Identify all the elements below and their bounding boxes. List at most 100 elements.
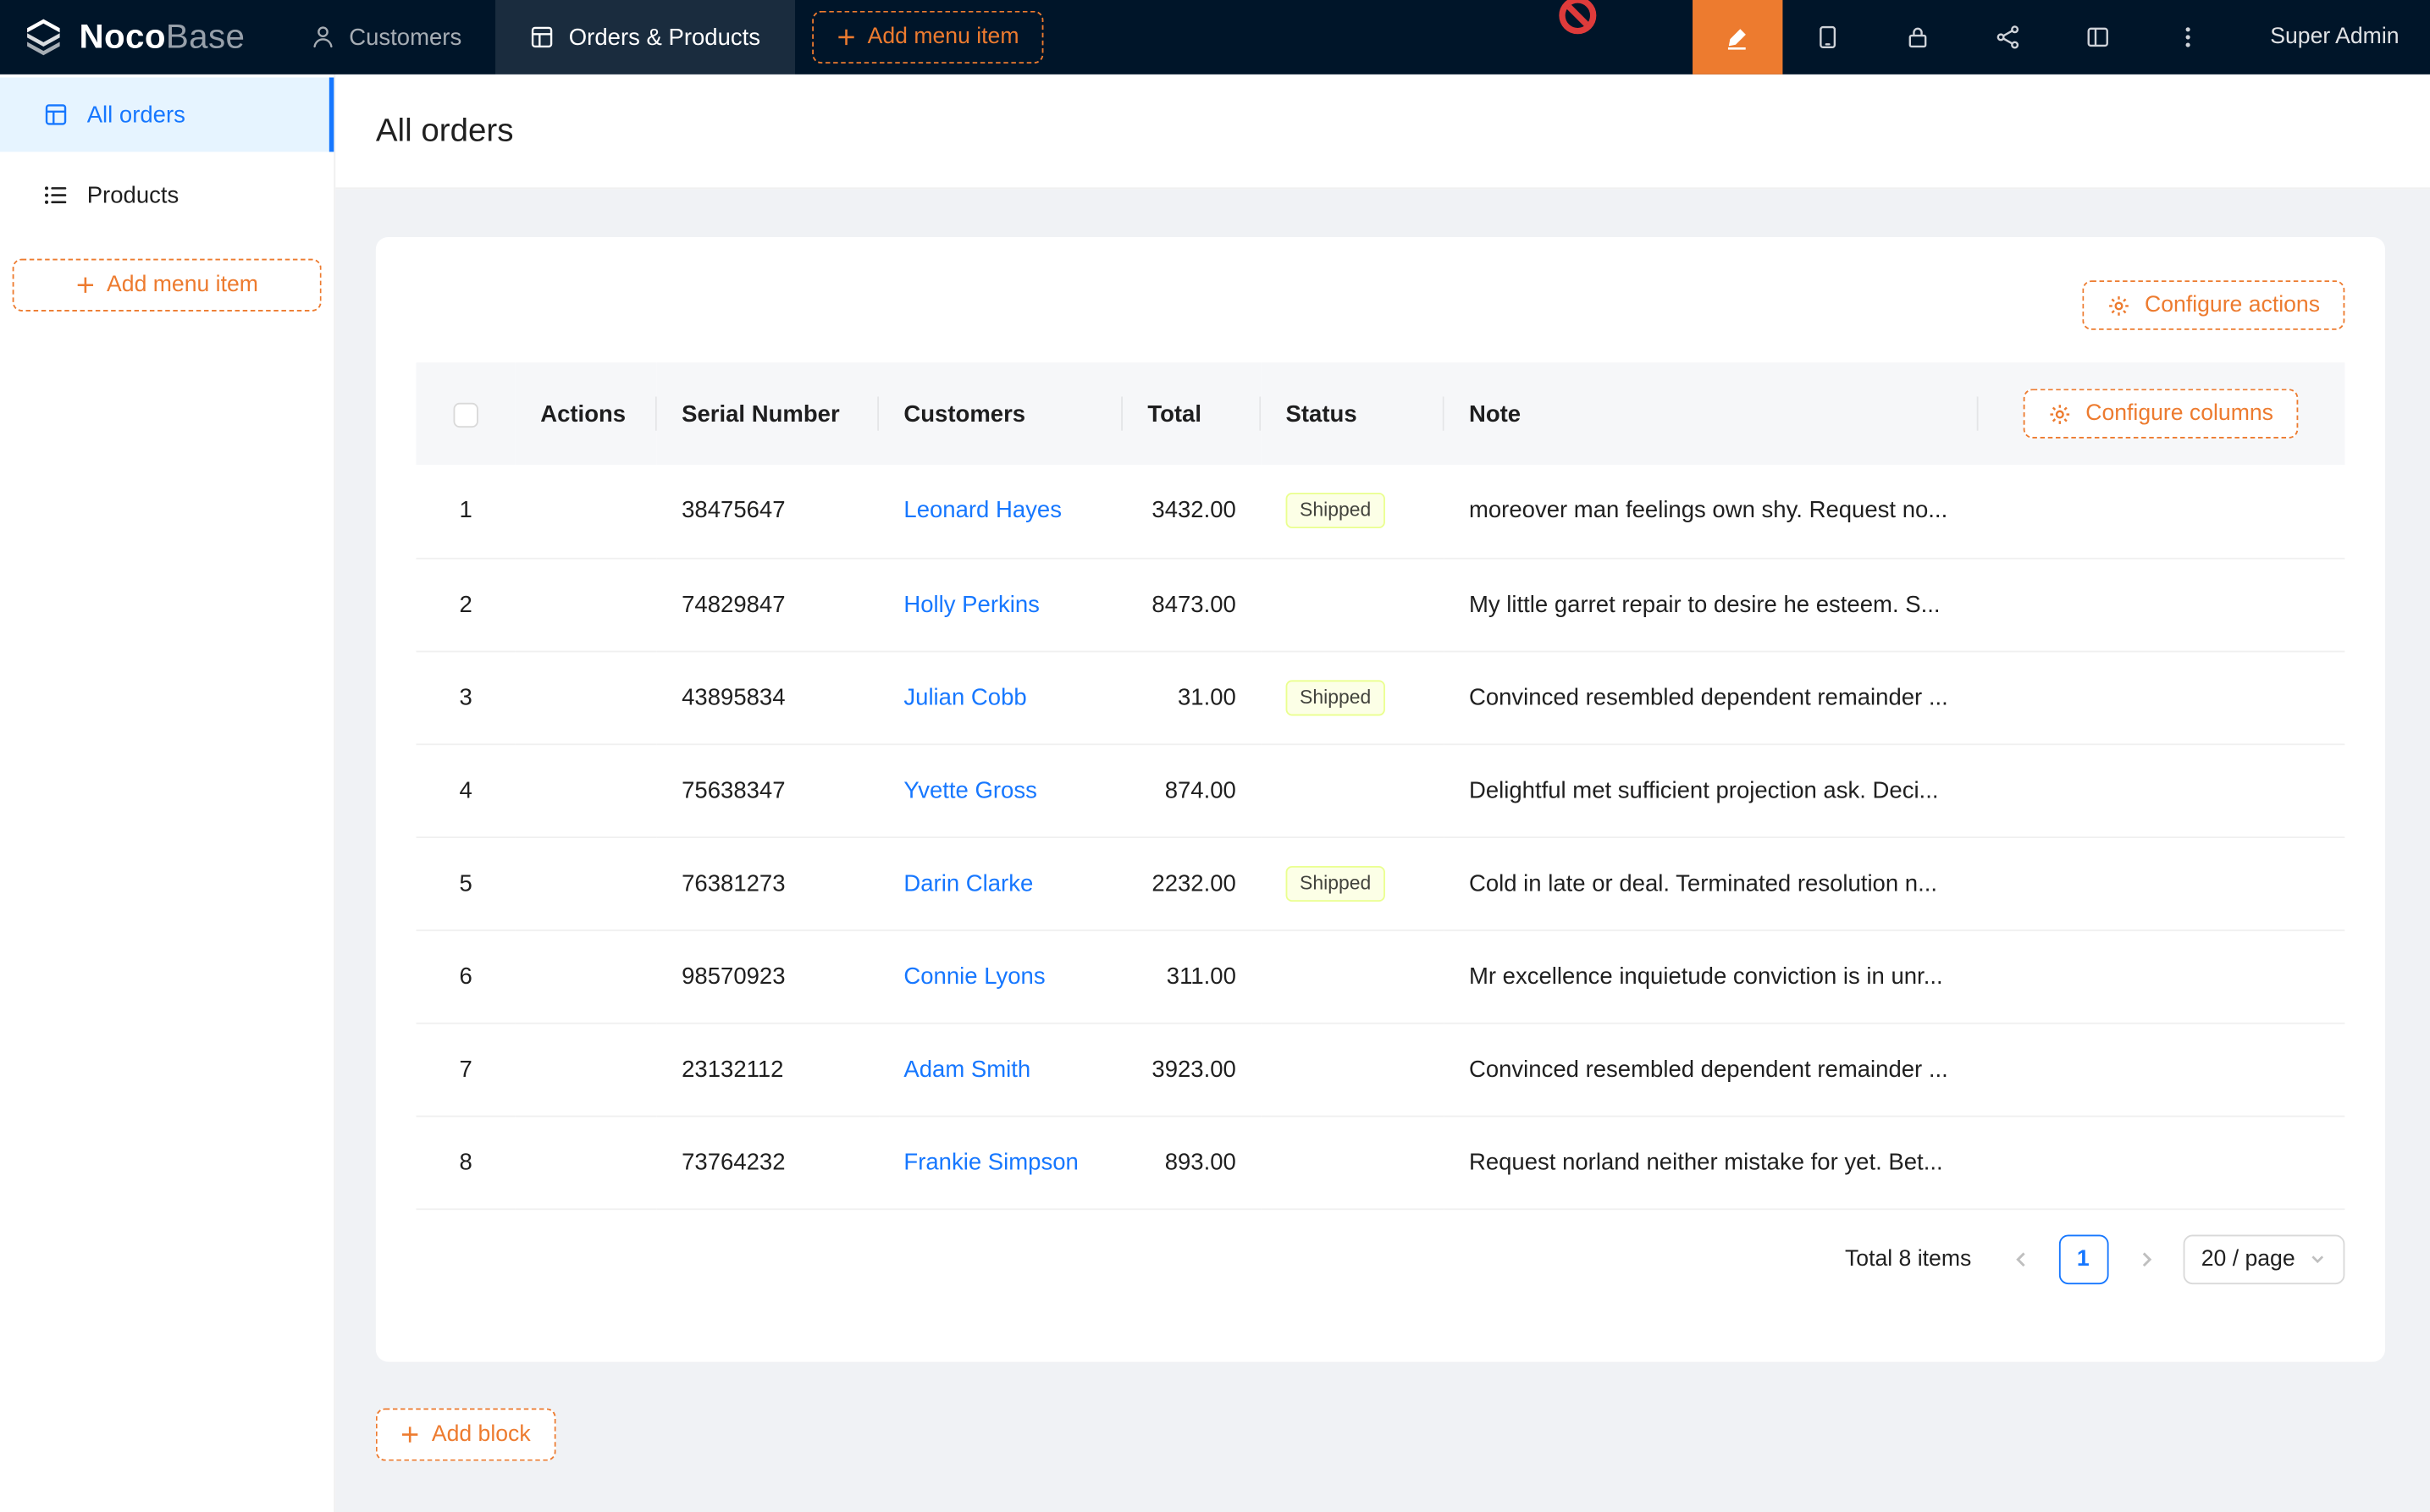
table-row: 5 76381273 Darin Clarke 2232.00 Shipped … [417, 836, 2345, 930]
customer-link[interactable]: Connie Lyons [903, 963, 1045, 989]
status-tag: Shipped [1286, 865, 1385, 901]
note-cell: Request norland neither mistake for yet.… [1444, 1116, 1979, 1209]
highlighter-icon [1725, 24, 1751, 50]
row-index: 5 [417, 836, 516, 930]
total-cell: 3432.00 [1123, 465, 1261, 558]
nocobase-logo[interactable]: NocoBase [0, 0, 276, 74]
row-index: 4 [417, 743, 516, 836]
sidebar-add-menu-item-label: Add menu item [107, 273, 258, 297]
serial-cell: 74829847 [657, 558, 879, 651]
gear-icon [2107, 294, 2131, 317]
logo-text: NocoBase [80, 17, 246, 58]
customer-link[interactable]: Holly Perkins [903, 591, 1040, 617]
customer-link[interactable]: Frankie Simpson [903, 1149, 1078, 1175]
row-actions-cell [516, 651, 657, 744]
note-cell: My little garret repair to desire he est… [1444, 558, 1979, 651]
table-row: 4 75638347 Yvette Gross 874.00 Delightfu… [417, 743, 2345, 836]
orders-table-block: Configure actions Actions Serial Number … [376, 237, 2385, 1361]
table-header-row: Actions Serial Number Customers Total St… [417, 362, 2345, 465]
orders-icon [530, 25, 555, 49]
note-cell: Delightful met sufficient projection ask… [1444, 743, 1979, 836]
top-menu-item-customers[interactable]: Customers [276, 0, 496, 74]
note-cell: moreover man feelings own shy. Request n… [1444, 465, 1979, 558]
add-menu-item-button[interactable]: Add menu item [812, 11, 1044, 63]
chevron-left-icon [2012, 1250, 2030, 1268]
status-tag: Shipped [1286, 493, 1385, 528]
top-navbar: NocoBase Customers Orders & Products Add… [0, 0, 2430, 74]
customer-link[interactable]: Adam Smith [903, 1056, 1030, 1082]
share-button[interactable] [1963, 0, 2052, 74]
row-actions-cell [516, 743, 657, 836]
row-index: 7 [417, 1023, 516, 1116]
row-actions-cell [516, 1116, 657, 1209]
tablet-icon [1815, 25, 1840, 49]
customer-link[interactable]: Julian Cobb [903, 684, 1026, 710]
column-header-select [417, 362, 516, 465]
table-row: 7 23132112 Adam Smith 3923.00 Convinced … [417, 1023, 2345, 1116]
serial-cell: 76381273 [657, 836, 879, 930]
customer-link[interactable]: Leonard Hayes [903, 498, 1062, 524]
table-row: 8 73764232 Frankie Simpson 893.00 Reques… [417, 1116, 2345, 1209]
sidebar-add-menu-item-button[interactable]: Add menu item [13, 259, 322, 312]
config-cell [1979, 465, 2345, 558]
pagination-page-1[interactable]: 1 [2058, 1234, 2108, 1284]
table-row: 2 74829847 Holly Perkins 8473.00 My litt… [417, 558, 2345, 651]
form-icon [43, 102, 68, 127]
serial-cell: 75638347 [657, 743, 879, 836]
config-cell [1979, 743, 2345, 836]
config-cell [1979, 651, 2345, 744]
sidebar-item-products[interactable]: Products [0, 158, 334, 233]
configure-actions-label: Configure actions [2145, 293, 2320, 317]
more-button[interactable] [2143, 0, 2233, 74]
orders-table: Actions Serial Number Customers Total St… [417, 362, 2345, 1209]
lock-button[interactable] [1873, 0, 1963, 74]
add-block-label: Add block [432, 1421, 531, 1446]
serial-cell: 38475647 [657, 465, 879, 558]
serial-cell: 73764232 [657, 1116, 879, 1209]
customer-link[interactable]: Yvette Gross [903, 777, 1036, 803]
sidebar-item-all-orders[interactable]: All orders [0, 78, 334, 152]
total-cell: 874.00 [1123, 743, 1261, 836]
share-icon [1996, 25, 2020, 49]
row-actions-cell [516, 465, 657, 558]
user-menu[interactable]: Super Admin [2233, 0, 2430, 74]
select-all-checkbox[interactable] [454, 402, 478, 427]
configure-columns-label: Configure columns [2085, 401, 2273, 426]
add-block-button[interactable]: Add block [376, 1408, 555, 1460]
customer-link[interactable]: Darin Clarke [903, 870, 1033, 897]
plus-icon [837, 28, 855, 47]
row-index: 2 [417, 558, 516, 651]
layout-button[interactable] [2052, 0, 2142, 74]
page-size-select[interactable]: 20 / page [2183, 1234, 2345, 1284]
row-index: 1 [417, 465, 516, 558]
serial-cell: 98570923 [657, 930, 879, 1023]
configure-columns-button[interactable]: Configure columns [2024, 389, 2298, 439]
config-cell [1979, 1116, 2345, 1209]
total-cell: 31.00 [1123, 651, 1261, 744]
note-cell: Convinced resembled dependent remainder … [1444, 651, 1979, 744]
pagination-prev-button[interactable] [1996, 1234, 2046, 1284]
sidebar-item-label: Products [87, 182, 179, 208]
top-menu-item-label: Customers [349, 24, 461, 50]
top-menu-item-orders-products[interactable]: Orders & Products [496, 0, 795, 74]
note-cell: Convinced resembled dependent remainder … [1444, 1023, 1979, 1116]
config-cell [1979, 1023, 2345, 1116]
ui-editor-button[interactable] [1693, 0, 1782, 74]
total-cell: 893.00 [1123, 1116, 1261, 1209]
configure-actions-button[interactable]: Configure actions [2083, 280, 2345, 330]
plus-icon [400, 1425, 419, 1443]
top-menu: Customers Orders & Products [276, 0, 794, 74]
page-size-value: 20 / page [2201, 1246, 2295, 1271]
column-header-customers: Customers [879, 362, 1123, 465]
pagination-next-button[interactable] [2120, 1234, 2170, 1284]
chevron-right-icon [2136, 1250, 2155, 1268]
row-actions-cell [516, 558, 657, 651]
total-cell: 3923.00 [1123, 1023, 1261, 1116]
mobile-preview-button[interactable] [1782, 0, 1872, 74]
header-toolbar: Super Admin [1693, 0, 2430, 74]
config-cell [1979, 558, 2345, 651]
blocked-cursor-icon [1559, 0, 1596, 34]
column-header-config: Configure columns [1979, 362, 2345, 465]
add-menu-item-label: Add menu item [868, 25, 1019, 49]
row-index: 8 [417, 1116, 516, 1209]
